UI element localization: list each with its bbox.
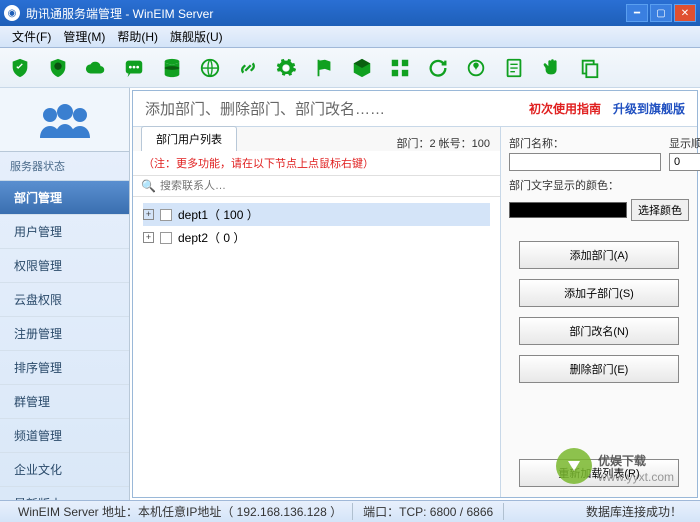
add-dept-button[interactable]: 添加部门(A) bbox=[519, 241, 679, 269]
menu-file[interactable]: 文件(F) bbox=[6, 26, 57, 47]
globe-icon[interactable] bbox=[198, 56, 222, 80]
menu-manage[interactable]: 管理(M) bbox=[57, 26, 111, 47]
search-icon: 🔍 bbox=[141, 179, 156, 193]
window-title: 助讯通服务端管理 - WinEIM Server bbox=[26, 5, 626, 22]
sidebar-item-9[interactable]: 最新版本 bbox=[0, 487, 129, 500]
sidebar-item-3[interactable]: 云盘权限 bbox=[0, 283, 129, 317]
upgrade-link[interactable]: 升级到旗舰版 bbox=[613, 100, 685, 117]
dept-tree[interactable]: + dept1（ 100 ） + dept2（ 0 ） bbox=[133, 197, 500, 497]
refresh-icon[interactable] bbox=[426, 56, 450, 80]
sidebar-item-7[interactable]: 频道管理 bbox=[0, 419, 129, 453]
brain-icon[interactable] bbox=[464, 56, 488, 80]
sidebar-title: 服务器状态 bbox=[0, 152, 129, 181]
rename-dept-button[interactable]: 部门改名(N) bbox=[519, 317, 679, 345]
sidebar: 服务器状态 部门管理用户管理权限管理云盘权限注册管理排序管理群管理频道管理企业文… bbox=[0, 88, 130, 500]
shield-icon[interactable] bbox=[8, 56, 32, 80]
sidebar-item-4[interactable]: 注册管理 bbox=[0, 317, 129, 351]
badge-icon[interactable] bbox=[46, 56, 70, 80]
add-sub-dept-button[interactable]: 添加子部门(S) bbox=[519, 279, 679, 307]
flag-icon[interactable] bbox=[312, 56, 336, 80]
reload-list-button[interactable]: 重新加载列表(R) bbox=[519, 459, 679, 487]
close-button[interactable]: ✕ bbox=[674, 4, 696, 22]
folder-icon bbox=[160, 232, 172, 244]
tree-node-0[interactable]: + dept1（ 100 ） bbox=[143, 203, 490, 226]
tree-label: dept2（ 0 ） bbox=[178, 229, 245, 246]
sidebar-logo bbox=[0, 88, 129, 152]
order-label: 显示顺序： bbox=[669, 135, 700, 151]
folder-icon bbox=[160, 209, 172, 221]
gear-icon[interactable] bbox=[274, 56, 298, 80]
report-icon[interactable] bbox=[502, 56, 526, 80]
app-icon: ◉ bbox=[4, 5, 20, 21]
sidebar-item-8[interactable]: 企业文化 bbox=[0, 453, 129, 487]
link-icon[interactable] bbox=[236, 56, 260, 80]
panel-description: 添加部门、删除部门、部门改名…… bbox=[145, 98, 529, 119]
main-panel: 添加部门、删除部门、部门改名…… 初次使用指南 升级到旗舰版 部门用户列表 部门… bbox=[132, 90, 698, 498]
status-port: 端口：TCP: 6800 / 6866 bbox=[353, 503, 504, 520]
guide-link[interactable]: 初次使用指南 bbox=[529, 100, 601, 117]
toolbar bbox=[0, 48, 700, 88]
sidebar-item-0[interactable]: 部门管理 bbox=[0, 181, 129, 215]
tree-node-1[interactable]: + dept2（ 0 ） bbox=[143, 226, 490, 249]
status-db: 数据库连接成功！ bbox=[576, 503, 692, 520]
sidebar-item-1[interactable]: 用户管理 bbox=[0, 215, 129, 249]
color-label: 部门文字显示的颜色： bbox=[509, 177, 689, 193]
sidebar-item-6[interactable]: 群管理 bbox=[0, 385, 129, 419]
menubar: 文件(F) 管理(M) 帮助(H) 旗舰版(U) bbox=[0, 26, 700, 48]
menu-flagship[interactable]: 旗舰版(U) bbox=[164, 26, 229, 47]
maximize-button[interactable]: ▢ bbox=[650, 4, 672, 22]
sidebar-item-2[interactable]: 权限管理 bbox=[0, 249, 129, 283]
statusbar: WinEIM Server 地址：本机任意IP地址（ 192.168.136.1… bbox=[0, 500, 700, 522]
expand-icon[interactable]: + bbox=[143, 209, 154, 220]
minimize-button[interactable]: ━ bbox=[626, 4, 648, 22]
database-icon[interactable] bbox=[160, 56, 184, 80]
copy-icon[interactable] bbox=[578, 56, 602, 80]
hint-text: （注：更多功能，请在以下节点上点鼠标右键） bbox=[133, 151, 500, 176]
counts-label: 部门：2 帐号：100 bbox=[396, 135, 500, 151]
tree-label: dept1（ 100 ） bbox=[178, 206, 259, 223]
form-panel: 部门名称： 显示顺序： 部门文字显示的颜色： 选择颜色 添加部门(A) 添加子部… bbox=[501, 127, 697, 497]
hand-icon[interactable] bbox=[540, 56, 564, 80]
titlebar: ◉ 助讯通服务端管理 - WinEIM Server ━ ▢ ✕ bbox=[0, 0, 700, 26]
color-swatch bbox=[509, 202, 627, 218]
name-label: 部门名称： bbox=[509, 135, 661, 151]
delete-dept-button[interactable]: 删除部门(E) bbox=[519, 355, 679, 383]
dept-name-input[interactable] bbox=[509, 153, 661, 171]
choose-color-button[interactable]: 选择颜色 bbox=[631, 199, 689, 221]
expand-icon[interactable]: + bbox=[143, 232, 154, 243]
status-address: WinEIM Server 地址：本机任意IP地址（ 192.168.136.1… bbox=[8, 503, 353, 520]
order-input[interactable] bbox=[669, 153, 700, 171]
sidebar-item-5[interactable]: 排序管理 bbox=[0, 351, 129, 385]
cube-icon[interactable] bbox=[350, 56, 374, 80]
tab-dept-users[interactable]: 部门用户列表 bbox=[141, 126, 237, 151]
search-input[interactable] bbox=[160, 180, 492, 192]
grid-icon[interactable] bbox=[388, 56, 412, 80]
chat-icon[interactable] bbox=[122, 56, 146, 80]
cloud-icon[interactable] bbox=[84, 56, 108, 80]
menu-help[interactable]: 帮助(H) bbox=[111, 26, 164, 47]
